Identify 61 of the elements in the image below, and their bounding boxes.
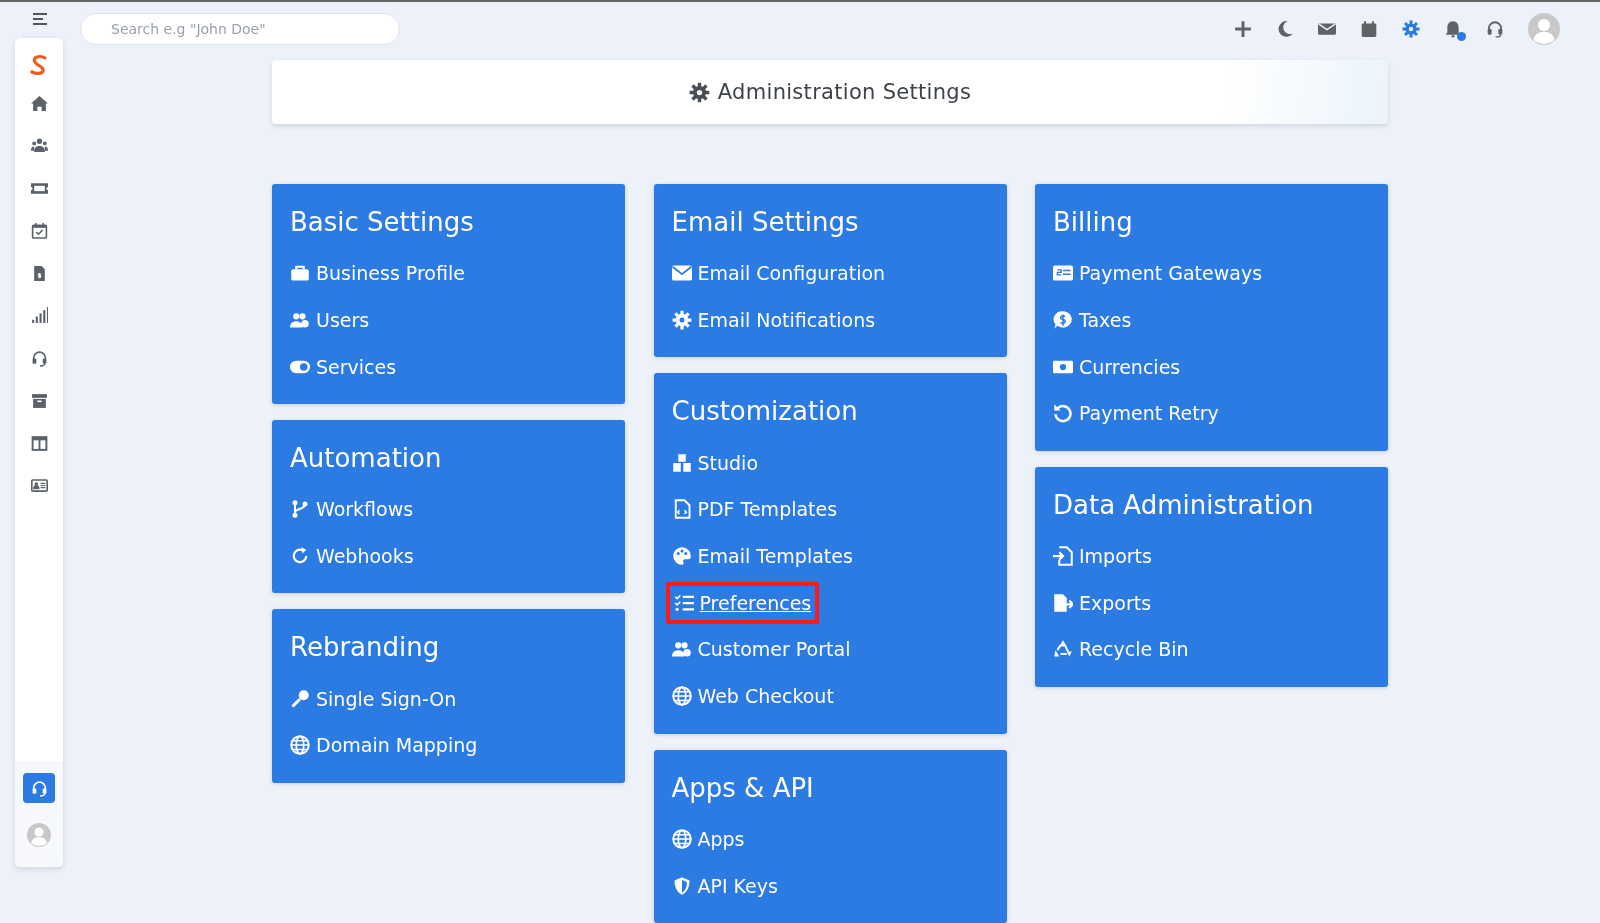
settings-link[interactable]: Business Profile	[290, 250, 465, 297]
card-title: Basic Settings	[290, 206, 475, 239]
settings-link[interactable]: Services	[290, 343, 397, 391]
menu-icon[interactable]	[32, 12, 48, 26]
settings-link[interactable]: Apps	[671, 815, 745, 863]
settings-link[interactable]: Email Templates	[671, 532, 853, 580]
plus-icon[interactable]	[1234, 20, 1252, 38]
palette-icon	[671, 546, 692, 567]
settings-link[interactable]: Taxes	[1053, 296, 1132, 344]
card-title: Rebranding	[290, 631, 441, 665]
branch-icon	[290, 499, 310, 520]
gear-icon	[688, 81, 710, 103]
settings-link[interactable]: Preferences	[671, 587, 814, 618]
settings-link[interactable]: Studio	[671, 439, 759, 487]
card-title: Email Settings	[671, 206, 860, 239]
envelope-icon[interactable]	[1318, 20, 1336, 38]
card-title: Apps & API	[671, 771, 815, 805]
card-title: Automation	[290, 442, 443, 476]
settings-link[interactable]: API Keys	[671, 862, 778, 909]
settings-link[interactable]: Single Sign-On	[290, 675, 457, 723]
search-field[interactable]: Search e.g "John Doe"	[80, 13, 400, 45]
headset-icon	[30, 779, 48, 797]
globe-icon	[671, 828, 692, 849]
settings-link[interactable]: PDF Templates	[671, 486, 838, 533]
settings-link[interactable]: Web Checkout	[671, 672, 834, 720]
settings-icon[interactable]	[1402, 20, 1420, 38]
settings-link[interactable]: Payment Gateways	[1053, 250, 1263, 297]
settings-link[interactable]: Webhooks	[290, 532, 414, 580]
settings-link[interactable]: Recycle Bin	[1053, 626, 1189, 673]
calendar-icon[interactable]	[1360, 20, 1378, 38]
logo-icon[interactable]	[28, 54, 50, 76]
envelope-icon	[671, 263, 692, 284]
headset-icon[interactable]	[1486, 20, 1504, 38]
settings-link[interactable]: Workflows	[290, 486, 414, 533]
blocks-icon	[671, 452, 692, 473]
file-import-icon	[1053, 546, 1073, 567]
settings-link[interactable]: Users	[290, 296, 370, 344]
settings-link[interactable]: Email Configuration	[671, 250, 886, 297]
moon-icon[interactable]	[1276, 20, 1294, 38]
undo-icon	[1053, 403, 1073, 424]
briefcase-icon	[290, 263, 310, 284]
card-title: Customization	[671, 395, 859, 429]
globe-icon	[290, 735, 310, 756]
support-button[interactable]	[23, 773, 55, 803]
globe-icon	[671, 686, 692, 707]
file-export-icon	[1053, 592, 1073, 613]
settings-link[interactable]: Domain Mapping	[290, 722, 478, 769]
card-title: Billing	[1053, 206, 1134, 239]
settings-link[interactable]: Customer Portal	[671, 626, 851, 673]
settings-link[interactable]: Currencies	[1053, 343, 1181, 391]
key-icon	[290, 688, 310, 709]
card-title: Data Administration	[1053, 488, 1315, 522]
checklist-icon	[673, 592, 694, 613]
settings-link[interactable]: Payment Retry	[1053, 390, 1219, 437]
settings-link[interactable]: Exports	[1053, 579, 1152, 627]
gear-icon	[671, 310, 692, 331]
page-title: Administration Settings	[717, 80, 972, 104]
settings-link[interactable]: Email Notifications	[671, 296, 876, 344]
payment-card-icon	[1053, 263, 1073, 284]
settings-link[interactable]: Imports	[1053, 532, 1152, 580]
speech-coin-icon	[1053, 310, 1073, 331]
